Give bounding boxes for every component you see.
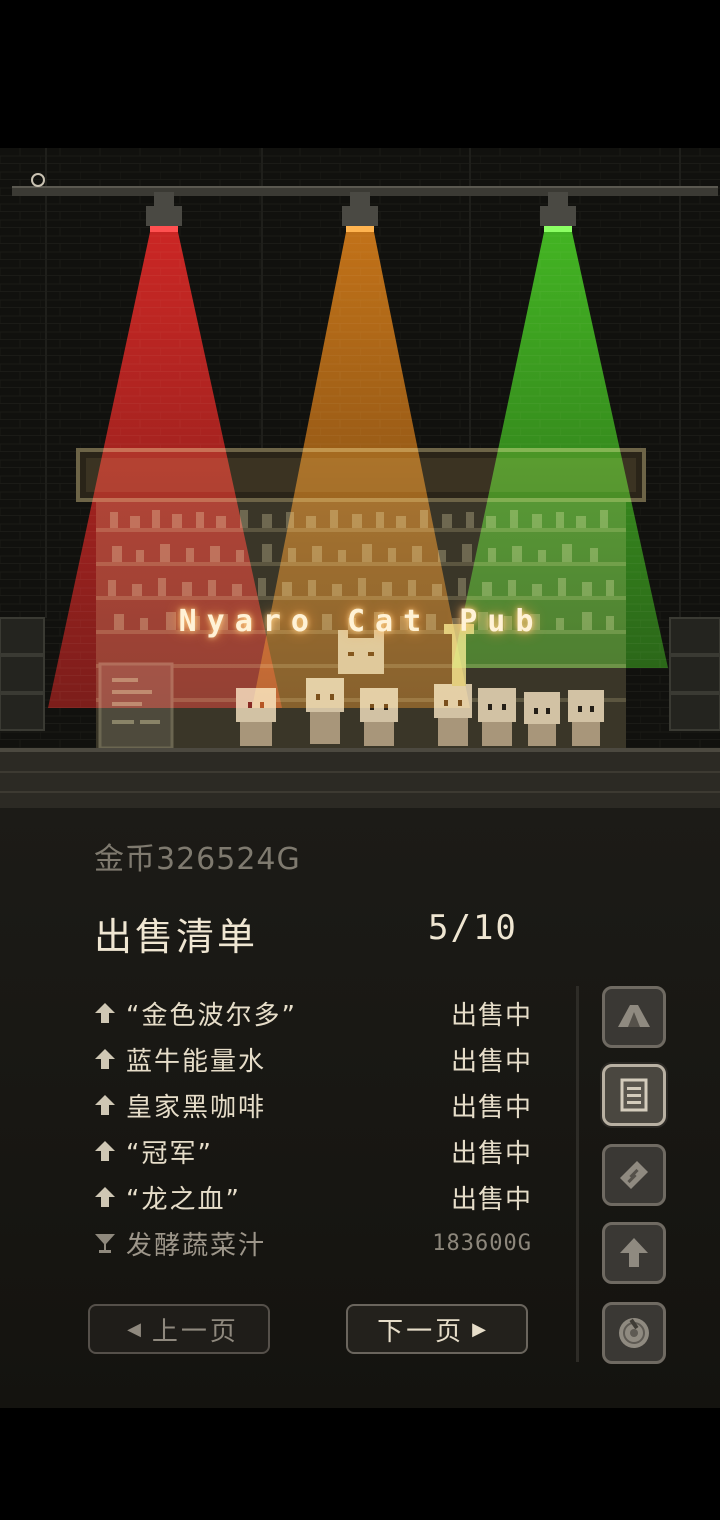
arrow-up-icon xyxy=(92,1184,118,1210)
stage-illustration xyxy=(0,148,720,808)
list-item[interactable]: “金色波尔多” 出售中 xyxy=(92,990,532,1036)
record-tab-button[interactable] xyxy=(602,1302,666,1364)
upgrade-tab-button[interactable] xyxy=(602,1222,666,1284)
item-name: 皇家黑咖啡 xyxy=(126,1092,267,1123)
item-name: “金色波尔多” xyxy=(126,1000,297,1031)
arrow-up-icon xyxy=(92,1138,118,1164)
item-name: “龙之血” xyxy=(126,1184,241,1215)
next-page-label: 下一页 xyxy=(377,1316,465,1347)
sell-list: “金色波尔多” 出售中 蓝牛能量水 出售中 皇家黑咖啡 出售中 “冠军” 出售中… xyxy=(92,990,532,1266)
arrow-up-icon xyxy=(92,1092,118,1118)
item-status: 出售中 xyxy=(450,1046,532,1077)
item-price: 183600G xyxy=(432,1230,532,1256)
list-item[interactable]: 发酵蔬菜汁 183600G xyxy=(92,1220,532,1266)
sell-list-title: 出售清单 xyxy=(94,915,259,959)
panel-divider xyxy=(576,986,579,1362)
triangle-right-icon: ▶ xyxy=(472,1318,489,1340)
triangle-left-icon: ◀ xyxy=(127,1318,144,1340)
scroll-tab-button[interactable] xyxy=(602,1144,666,1206)
document-list-icon xyxy=(620,1078,648,1112)
upgrade-arrow-icon xyxy=(620,1238,648,1267)
tent-tab-button[interactable] xyxy=(602,986,666,1048)
record-disc-icon xyxy=(619,1318,649,1348)
next-page-button[interactable]: 下一页 ▶ xyxy=(346,1304,528,1354)
item-name: “冠军” xyxy=(126,1138,213,1169)
item-status: 出售中 xyxy=(450,1184,532,1215)
list-item[interactable]: “龙之血” 出售中 xyxy=(92,1174,532,1220)
list-item[interactable]: 皇家黑咖啡 出售中 xyxy=(92,1082,532,1128)
list-item[interactable]: 蓝牛能量水 出售中 xyxy=(92,1036,532,1082)
arrow-up-icon xyxy=(92,1000,118,1026)
tent-icon xyxy=(618,1005,650,1027)
list-item[interactable]: “冠军” 出售中 xyxy=(92,1128,532,1174)
scroll-icon xyxy=(620,1161,648,1189)
gold-counter: 金币326524G xyxy=(94,842,301,877)
item-status: 出售中 xyxy=(450,1000,532,1031)
item-name: 发酵蔬菜汁 xyxy=(126,1230,267,1261)
prev-page-button[interactable]: ◀ 上一页 xyxy=(88,1304,270,1354)
item-status: 出售中 xyxy=(450,1092,532,1123)
arrow-up-icon xyxy=(92,1046,118,1072)
page-indicator: 5/10 xyxy=(428,908,518,948)
item-name: 蓝牛能量水 xyxy=(126,1046,267,1077)
prev-page-label: 上一页 xyxy=(151,1316,239,1347)
cocktail-glass-icon xyxy=(92,1230,118,1256)
pub-stage-scene: Nyaro Cat Pub xyxy=(0,148,720,808)
item-status: 出售中 xyxy=(450,1138,532,1169)
document-list-tab-button[interactable] xyxy=(602,1064,666,1126)
